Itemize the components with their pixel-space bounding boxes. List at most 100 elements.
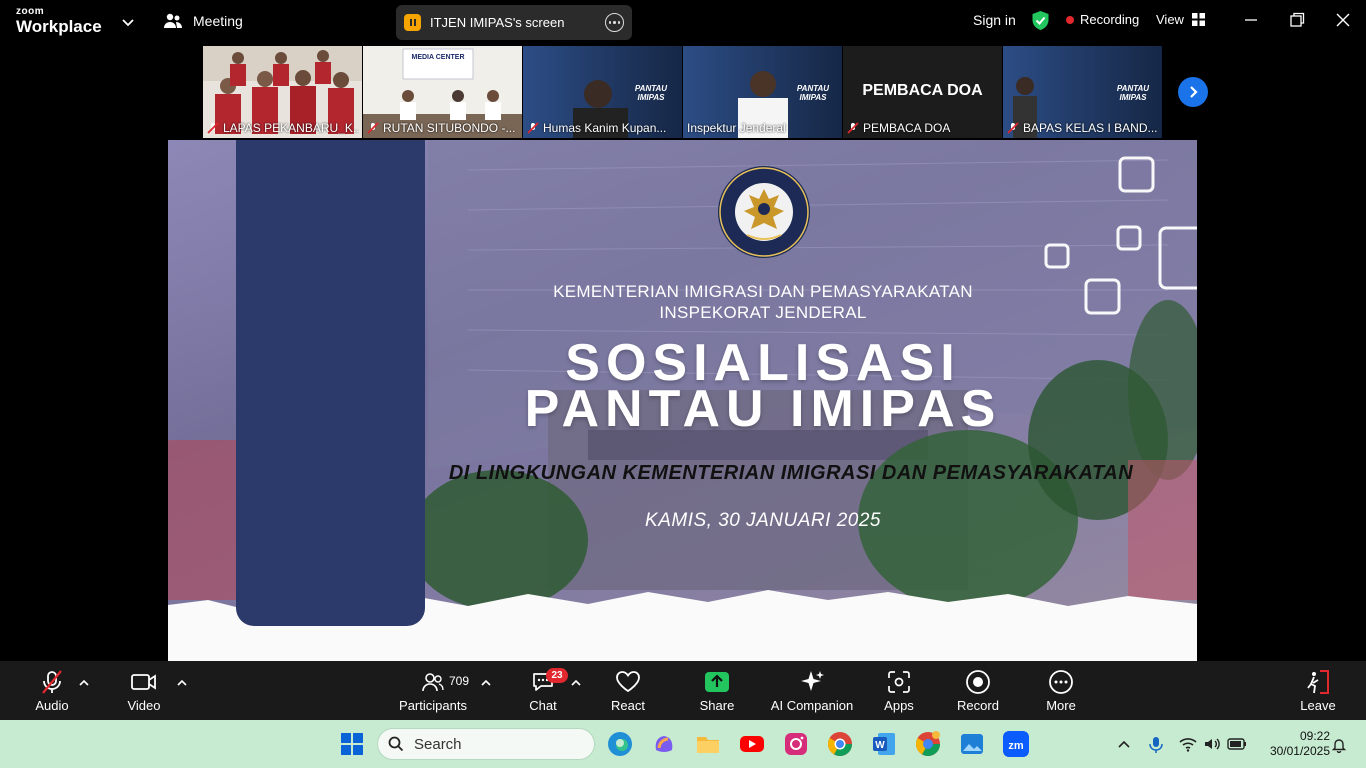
svg-text:PANTAU: PANTAU — [1117, 84, 1149, 93]
ministry-line2: INSPEKORAT JENDERAL — [659, 303, 867, 322]
ai-companion-label: AI Companion — [770, 698, 854, 713]
meeting-label: Meeting — [193, 13, 243, 29]
search-placeholder: Search — [414, 735, 462, 753]
chevron-up-icon[interactable] — [1116, 736, 1132, 752]
video-tile[interactable]: LAPAS PEKANBARU_K... — [203, 46, 362, 138]
taskbar-clock[interactable]: 09:22 30/01/2025 — [1256, 729, 1330, 759]
share-screen-icon — [705, 672, 729, 692]
video-tile[interactable]: PANTAU IMIPAS Humas Kanim Kupan... — [523, 46, 682, 138]
sparkle-icon — [801, 671, 824, 691]
logo-line1: zoom — [16, 6, 45, 17]
svg-text:IMIPAS: IMIPAS — [1120, 93, 1148, 102]
svg-text:zm: zm — [1008, 740, 1024, 752]
zoom-app-icon[interactable]: zm — [1002, 730, 1030, 758]
chevron-right-icon — [1190, 86, 1198, 98]
maximize-icon[interactable] — [1287, 10, 1307, 30]
video-label: Video — [127, 698, 161, 713]
audio-button[interactable]: Audio — [30, 669, 74, 713]
audio-label: Audio — [35, 698, 69, 713]
svg-text:MEDIA CENTER: MEDIA CENTER — [411, 54, 464, 61]
copilot-icon[interactable] — [650, 730, 678, 758]
zoom-workplace-logo[interactable]: zoom Workplace — [16, 6, 102, 36]
recording-indicator[interactable]: Recording — [1066, 12, 1139, 27]
svg-text:PANTAU: PANTAU — [797, 84, 829, 93]
more-options-icon[interactable] — [605, 13, 624, 32]
instagram-icon[interactable] — [782, 730, 810, 758]
slide-date: KAMIS, 30 JANUARI 2025 — [645, 510, 881, 531]
participant-avatar-text: PEMBACA DOA — [862, 82, 983, 99]
share-label: Share — [699, 698, 735, 713]
participant-name: Inspektur Jenderal — [687, 121, 786, 135]
chrome-icon[interactable] — [826, 730, 854, 758]
chrome-profile-icon[interactable] — [914, 730, 942, 758]
meeting-menu[interactable]: Meeting — [163, 12, 243, 30]
slide-title: SOSIALISASI PANTAU IMIPAS — [498, 337, 1028, 438]
record-icon — [966, 670, 990, 694]
wifi-icon[interactable] — [1179, 736, 1197, 752]
edge-browser-icon[interactable] — [606, 730, 634, 758]
participant-video-strip: LAPAS PEKANBARU_K... MEDIA CENTER RUTAN … — [203, 46, 1162, 138]
apps-icon — [888, 671, 910, 693]
leave-door-icon — [1307, 670, 1329, 694]
participant-name: PEMBACA DOA — [847, 121, 999, 135]
leave-label: Leave — [1300, 698, 1336, 713]
more-icon — [1049, 670, 1073, 694]
view-button[interactable]: View — [1156, 12, 1205, 27]
more-button[interactable]: More — [1040, 669, 1082, 713]
video-tile[interactable]: MEDIA CENTER RUTAN SITUBONDO -... — [363, 46, 522, 138]
share-button[interactable]: Share — [695, 669, 739, 713]
shared-screen-slide: KEMENTERIAN IMIGRASI DAN PEMASYARAKATAN … — [168, 140, 1197, 661]
chevron-up-icon[interactable] — [480, 678, 492, 688]
recording-label: Recording — [1080, 12, 1140, 27]
screen-share-indicator[interactable]: ITJEN IMIPAS's screen — [396, 5, 632, 40]
chevron-up-icon[interactable] — [78, 678, 90, 688]
grid-view-icon — [1191, 13, 1205, 26]
ai-companion-button[interactable]: AI Companion — [770, 669, 854, 713]
next-page-button[interactable] — [1178, 77, 1208, 107]
view-label: View — [1156, 12, 1184, 27]
chevron-up-icon[interactable] — [176, 678, 188, 688]
record-label: Record — [957, 698, 999, 713]
battery-icon[interactable] — [1227, 736, 1247, 752]
video-camera-icon — [131, 674, 156, 690]
screen-share-title: ITJEN IMIPAS's screen — [430, 15, 565, 30]
leave-button[interactable]: Leave — [1298, 669, 1338, 713]
taskbar-search[interactable]: Search — [377, 728, 595, 760]
shield-check-icon[interactable] — [1031, 10, 1050, 31]
participants-count: 709 — [449, 674, 470, 688]
participants-icon — [422, 673, 444, 692]
video-tile-active-speaker[interactable]: PANTAU IMIPAS Inspektur Jenderal — [683, 46, 842, 138]
ministry-name: KEMENTERIAN IMIGRASI DAN PEMASYARAKATAN … — [528, 281, 998, 323]
volume-icon[interactable] — [1203, 736, 1221, 752]
windows-start-icon[interactable] — [338, 730, 366, 758]
slide-subtitle: DI LINGKUNGAN KEMENTERIAN IMIGRASI DAN P… — [448, 462, 1134, 484]
video-button[interactable]: Video — [122, 669, 166, 713]
video-tile[interactable]: PEMBACA DOA PEMBACA DOA — [843, 46, 1002, 138]
chevron-up-icon[interactable] — [570, 678, 582, 688]
record-dot-icon — [1066, 15, 1074, 24]
react-label: React — [611, 698, 645, 713]
slide-title-line2: PANTAU IMIPAS — [524, 380, 1002, 438]
participant-name: Humas Kanim Kupan... — [527, 121, 679, 135]
apps-button[interactable]: Apps — [878, 669, 920, 713]
mic-muted-icon — [847, 122, 859, 134]
photos-icon[interactable] — [958, 730, 986, 758]
sign-in-button[interactable]: Sign in — [973, 12, 1016, 28]
participant-name: BAPAS KELAS I BAND... — [1007, 121, 1159, 135]
mic-muted-icon — [207, 122, 219, 134]
react-button[interactable]: React — [605, 669, 651, 713]
word-icon[interactable]: W — [870, 730, 898, 758]
video-tile[interactable]: PANTAU IMIPAS BAPAS KELAS I BAND... — [1003, 46, 1162, 138]
close-icon[interactable] — [1333, 10, 1353, 30]
minimize-icon[interactable] — [1241, 10, 1261, 30]
pause-share-icon — [404, 14, 421, 31]
meeting-controls-toolbar: Audio Video Participants Chat React Shar… — [0, 661, 1366, 720]
apps-label: Apps — [884, 698, 914, 713]
chevron-down-icon[interactable] — [120, 14, 136, 30]
youtube-icon[interactable] — [738, 730, 766, 758]
microphone-icon[interactable] — [1149, 736, 1163, 754]
notification-bell-icon[interactable] — [1331, 737, 1347, 753]
file-explorer-icon[interactable] — [694, 730, 722, 758]
record-button[interactable]: Record — [955, 669, 1001, 713]
mic-muted-icon — [527, 122, 539, 134]
